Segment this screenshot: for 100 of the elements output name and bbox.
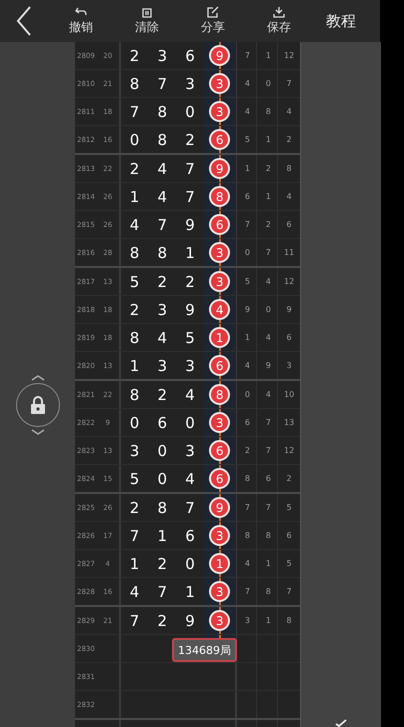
number-ball: 3 (209, 271, 230, 292)
number-ball: 1 (209, 327, 230, 348)
table-cell: 12 (284, 277, 294, 286)
digit-cell: 8 (157, 244, 167, 262)
back-icon (16, 6, 32, 36)
number-ball: 3 (209, 101, 230, 122)
table-cell: 4 (244, 559, 250, 568)
table-cell: 7 (244, 587, 250, 596)
table-cell: 5 (286, 503, 292, 512)
table-cell: 13 (284, 418, 294, 427)
table-cell: 8 (286, 616, 292, 625)
digit-cell: 5 (130, 470, 140, 488)
digit-cell: 2 (157, 272, 167, 290)
lock-icon (30, 394, 46, 414)
table-cell: 8 (286, 164, 292, 173)
number-ball: 3 (209, 73, 230, 94)
table-cell: 2 (286, 474, 292, 483)
digit-cell: 2 (185, 272, 195, 290)
digit-cell: 4 (185, 470, 195, 488)
chevron-up-icon[interactable] (30, 374, 44, 380)
digit-cell: 8 (130, 386, 140, 404)
digit-cell: 8 (130, 244, 140, 262)
table-cell: 0 (266, 305, 271, 314)
table-cell: 6 (244, 192, 250, 201)
toolbar-button[interactable]: 清除 (114, 0, 180, 42)
table-cell: 8 (244, 531, 250, 540)
table-cell: 2 (244, 446, 250, 455)
table-cell: 8 (266, 107, 271, 116)
table-cell: 6 (244, 418, 250, 427)
digit-cell: 0 (185, 414, 195, 432)
chevron-down-icon[interactable] (30, 428, 44, 434)
table-cell: 12 (284, 446, 294, 455)
digit-cell: 1 (157, 526, 167, 544)
digit-cell: 8 (130, 74, 140, 92)
tutorial-link[interactable]: 教程 (326, 12, 356, 30)
digit-cell: 2 (130, 498, 140, 516)
number-ball: 8 (209, 186, 230, 207)
digit-cell: 0 (185, 102, 195, 120)
table-cell: 8 (266, 531, 271, 540)
table-cell: 9 (266, 361, 271, 370)
digit-cell: 5 (185, 328, 195, 346)
table-cell: 0 (244, 248, 250, 257)
table-cell: 9 (286, 305, 292, 314)
table-cell: 7 (244, 220, 250, 229)
table-cell: 6 (286, 333, 292, 342)
digit-cell: 1 (185, 582, 195, 600)
toolbar-button[interactable]: 撤销 (48, 0, 114, 42)
digit-cell: 8 (157, 130, 167, 148)
table-cell: 7 (266, 248, 271, 257)
check-icon[interactable] (335, 719, 347, 727)
toolbar-button[interactable]: 保存 (246, 0, 312, 42)
number-ball: 3 (209, 242, 230, 263)
table-cell: 7 (266, 446, 271, 455)
table-cell: 9 (244, 305, 250, 314)
table-cell: 5 (244, 135, 250, 144)
table-cell: 2 (286, 135, 292, 144)
table-cell: 4 (244, 361, 250, 370)
table-cell: 6 (266, 474, 271, 483)
digit-cell: 8 (157, 498, 167, 516)
digit-cell: 7 (157, 74, 167, 92)
table-cell: 2 (266, 164, 271, 173)
table-cell: 2 (266, 220, 271, 229)
digit-cell: 6 (185, 46, 195, 64)
table-cell: 4 (244, 107, 250, 116)
table-cell: 8 (266, 587, 271, 596)
undo-icon (74, 6, 88, 18)
table-cell: 7 (286, 587, 292, 596)
table-cell: 1 (244, 333, 250, 342)
table-cell: 1 (244, 164, 250, 173)
share-icon (206, 6, 220, 18)
digit-cell: 4 (185, 386, 195, 404)
table-cell: 6 (286, 220, 292, 229)
number-ball: 3 (209, 525, 230, 546)
table-cell: 4 (266, 333, 271, 342)
table-cell: 7 (266, 503, 271, 512)
table-cell: 8 (244, 474, 250, 483)
table-cell: 7 (244, 51, 250, 60)
digit-cell: 2 (130, 160, 140, 178)
digit-cell: 6 (157, 414, 167, 432)
digit-cell: 6 (185, 526, 195, 544)
table-cell: 1 (266, 135, 271, 144)
digit-cell: 7 (130, 612, 140, 630)
number-ball: 9 (209, 497, 230, 518)
digit-cell: 7 (185, 498, 195, 516)
table-cell: 4 (286, 192, 292, 201)
digit-cell: 2 (130, 46, 140, 64)
lock-button[interactable] (16, 382, 60, 426)
digit-cell: 2 (157, 612, 167, 630)
digit-cell: 9 (185, 300, 195, 318)
digit-cell: 0 (185, 554, 195, 572)
number-ball: 9 (209, 45, 230, 66)
table-cell: 0 (244, 390, 250, 399)
number-ball: 8 (209, 384, 230, 405)
digit-cell: 4 (157, 328, 167, 346)
table-cell: 4 (266, 390, 271, 399)
digit-cell: 0 (130, 130, 140, 148)
digit-cell: 8 (157, 102, 167, 120)
table-cell: 6 (286, 531, 292, 540)
digit-cell: 8 (130, 328, 140, 346)
toolbar-button[interactable]: 分享 (180, 0, 246, 42)
